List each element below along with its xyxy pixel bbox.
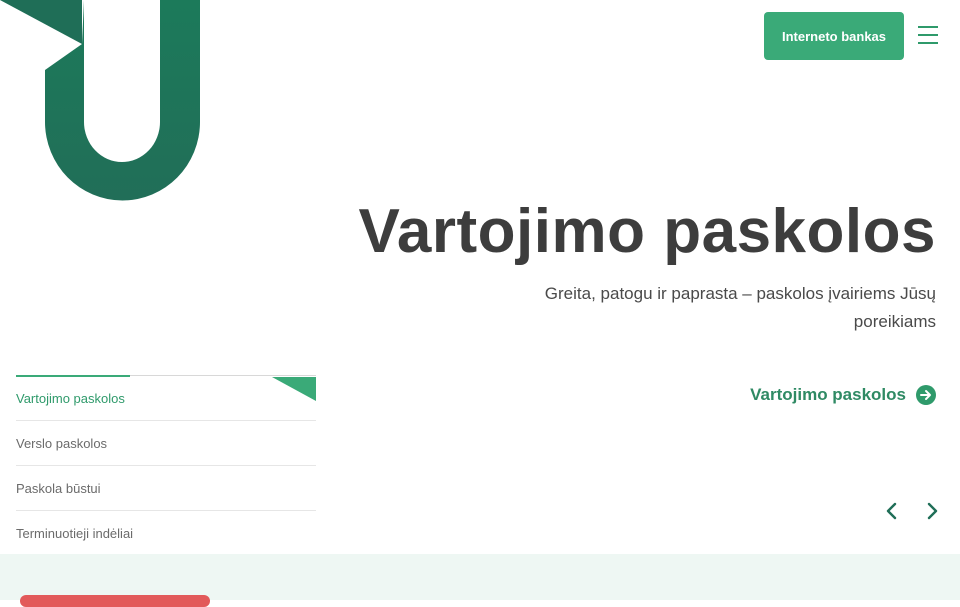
tabs-divider	[16, 375, 316, 377]
content-section-background	[0, 554, 960, 600]
active-tab-indicator	[16, 375, 130, 377]
consumer-loans-link[interactable]: Vartojimo paskolos	[750, 385, 936, 405]
chevron-left-icon[interactable]	[882, 500, 902, 522]
tab-term-deposits[interactable]: Terminuotieji indėliai	[16, 511, 316, 555]
chevron-right-icon[interactable]	[922, 500, 942, 522]
promo-button-partial[interactable]	[20, 595, 210, 607]
internet-bank-button[interactable]: Interneto bankas	[764, 12, 904, 60]
flag-decoration-icon	[272, 377, 316, 401]
tab-consumer-loans[interactable]: Vartojimo paskolos	[16, 376, 316, 421]
brand-logo[interactable]	[0, 0, 200, 202]
hero-subtitle: Greita, patogu ir paprasta – paskolos įv…	[544, 284, 936, 331]
hamburger-menu-icon[interactable]	[916, 26, 940, 48]
tab-business-loans[interactable]: Verslo paskolos	[16, 421, 316, 466]
arrow-right-circle-icon	[916, 385, 936, 405]
product-tabs: Vartojimo paskolos Verslo paskolos Pasko…	[16, 375, 316, 555]
cta-label: Vartojimo paskolos	[750, 385, 906, 404]
tab-housing-loan[interactable]: Paskola būstui	[16, 466, 316, 511]
page-title: Vartojimo paskolos	[358, 197, 936, 266]
